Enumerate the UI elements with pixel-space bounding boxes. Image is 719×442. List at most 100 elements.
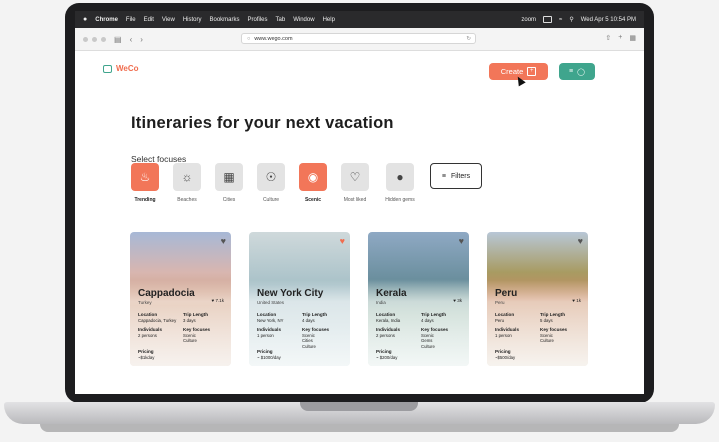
card-title: New York City [257,288,324,299]
pricing-value: ~$1kday [138,354,155,360]
card-title: Kerala [376,288,407,299]
reload-icon[interactable]: ↻ [466,36,471,42]
individuals-value: 1 person [257,332,274,338]
window-controls [83,36,106,42]
card-details: Location Peru Trip Length 5 days Individua… [495,312,581,344]
heart-icon[interactable]: ♥ [578,236,583,246]
building-icon: ▦ [215,163,243,191]
location-value: Cappadocia, Turkey [138,317,177,323]
card-country: Peru [495,300,505,305]
heart-icon[interactable]: ♥ [221,236,226,246]
likes-count: 1k [576,298,581,303]
back-icon[interactable]: ‹ [130,35,133,44]
card-details: Location Cappadocia, Turkey Trip Length 3 … [138,312,224,344]
trip-length-value: 3 days [183,317,196,323]
location-value: New York, NY [257,317,284,323]
browser-actions: ⇧ + ▦ [605,34,636,42]
pricing-value: ~ $200/day [376,354,398,360]
focus-hidden-gems[interactable]: ● Hidden gems [385,163,415,203]
itinerary-card-kerala[interactable]: ♥ Kerala India ♥ 3k Location Kerala, Indi… [368,232,469,366]
menu-file[interactable]: File [126,17,136,23]
likes-count: 7.1k [215,298,224,303]
close-window-button[interactable] [83,36,88,42]
menu-window[interactable]: Window [293,17,314,23]
plus-icon: + [527,67,537,76]
focus-cities[interactable]: ▦ Cities [214,163,244,203]
focus-label: Hidden gems [385,197,415,203]
suitcase-icon [103,64,112,73]
menu-bookmarks[interactable]: Bookmarks [210,17,240,23]
page-title: Itineraries for your next vacation [131,114,394,132]
sidebar-icon[interactable]: ▤ [114,35,122,44]
ufo-icon: ● [386,163,414,191]
card-likes: ♥ 1k [572,298,581,303]
account-menu-button[interactable]: ≡ ◯ [559,63,595,80]
screen: ● Chrome File Edit View History Bookmark… [75,11,644,394]
filter-icon: ≡ [441,172,447,180]
focus-label: Most liked [343,197,367,203]
url-text: www.wego.com [254,35,293,42]
lock-icon: ○ [247,35,251,42]
forward-icon[interactable]: › [140,35,143,44]
laptop-shadow [40,424,679,432]
trip-length-value: 4 days [302,317,315,323]
focus-beaches[interactable]: ☼ Beaches [172,163,202,203]
itinerary-card-peru[interactable]: ♥ Peru Peru ♥ 1k Location Peru Trip Lengt… [487,232,588,366]
logo-text: WeCo [116,64,139,73]
card-pricing: Pricing ~ $1000/day [257,349,281,360]
card-pricing: Pricing ~ $200/day [376,349,397,360]
filters-button[interactable]: ≡ Filters [430,163,482,189]
zoom-status[interactable]: zoom [521,17,536,23]
itinerary-card-cappadocia[interactable]: ♥ Cappadocia Turkey ♥ 7.1k Location Cappa… [130,232,231,366]
focus-culture[interactable]: ☉ Culture [256,163,286,203]
focus-scenic[interactable]: ◉ Scenic [298,163,328,203]
wifi-icon[interactable]: ≈ [559,17,562,23]
search-icon[interactable]: ⚲ [569,16,573,23]
clock[interactable]: Wed Apr 5 10:54 PM [581,17,636,23]
logo[interactable]: WeCo [103,64,139,73]
share-icon[interactable]: ⇧ [605,34,611,42]
mac-menubar: ● Chrome File Edit View History Bookmark… [75,11,644,28]
camera-icon: ◉ [299,163,327,191]
apple-icon[interactable]: ● [83,16,87,23]
trip-length-value: 4 days [421,317,434,323]
key-focuses-value: Scenic Culture [540,332,554,344]
menu-tab[interactable]: Tab [276,17,286,23]
globe-icon: ☉ [257,163,285,191]
menu-help[interactable]: Help [323,17,335,23]
pricing-value: ~ $1000/day [257,354,281,360]
heart-icon: ♡ [341,163,369,191]
card-title: Peru [495,288,518,299]
card-details: Location Kerala, India Trip Length 4 days … [376,312,462,349]
browser-toolbar: ▤ ‹ › ○ www.wego.com ↻ ⇧ + ▦ [75,28,644,51]
filters-label: Filters [451,172,471,180]
menu-history[interactable]: History [183,17,202,23]
card-pricing: Pricing ~$1kday [138,349,154,360]
card-country: Turkey [138,300,152,305]
laptop-notch [300,402,418,411]
menu-view[interactable]: View [162,17,175,23]
menu-edit[interactable]: Edit [144,17,154,23]
focus-most-liked[interactable]: ♡ Most liked [340,163,370,203]
focus-trending[interactable]: ♨ Trending [130,163,160,203]
tab-overview-icon[interactable]: ▦ [629,34,636,42]
individuals-value: 2 persons [376,332,395,338]
minimize-window-button[interactable] [92,36,97,42]
hamburger-icon: ≡ [569,68,574,75]
card-country: United States [257,300,285,305]
likes-count: 3k [457,298,462,303]
menu-profiles[interactable]: Profiles [248,17,268,23]
key-focuses-value: Scenic Gems Culture [421,332,435,349]
user-icon: ◯ [577,68,585,76]
card-country: India [376,300,386,305]
battery-icon[interactable] [543,16,553,23]
address-bar[interactable]: ○ www.wego.com ↻ [241,33,476,44]
flame-icon: ♨ [131,163,159,191]
zoom-window-button[interactable] [101,36,106,42]
itinerary-card-new-york-city[interactable]: ♥ New York City United States Location Ne… [249,232,350,366]
menu-chrome[interactable]: Chrome [95,17,118,23]
heart-icon[interactable]: ♥ [340,236,345,246]
heart-icon[interactable]: ♥ [459,236,464,246]
new-tab-icon[interactable]: + [618,34,622,42]
card-likes: ♥ 7.1k [211,298,224,303]
